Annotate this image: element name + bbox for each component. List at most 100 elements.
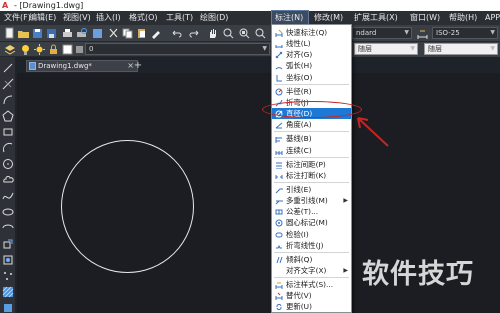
menu-item-dimension-style[interactable]: 标注样式(S)... [272, 279, 351, 290]
menu-item-item-25[interactable]: 对齐文字(X) ▶ [272, 265, 351, 276]
menu-item-dimension-space[interactable]: 标注间距(P) [272, 159, 351, 170]
pan-hand-icon[interactable] [206, 27, 219, 40]
menu-item-label: 多重引线(M) [286, 196, 328, 206]
menu-draw[interactable]: 绘图(D) [200, 11, 228, 25]
point-icon[interactable] [2, 270, 14, 282]
menu-modify[interactable]: 修改(M) [314, 11, 343, 25]
menu-tools[interactable]: 工具(T) [166, 11, 193, 25]
drawn-circle[interactable] [61, 140, 194, 273]
dimension-space-icon [275, 161, 283, 169]
menu-dimension[interactable]: 标注(N) [271, 10, 309, 26]
pointer-arrow-annotation [357, 117, 389, 147]
circle-icon[interactable] [2, 158, 14, 170]
menu-item-label: 倾斜(Q) [286, 254, 313, 264]
save-icon[interactable] [31, 27, 44, 40]
menu-item-label: 弧长(H) [286, 61, 313, 71]
menu-item-label: 基线(B) [286, 134, 312, 144]
menu-help[interactable]: 帮助(H) [449, 11, 477, 25]
override-icon [275, 292, 283, 301]
menu-item-tolerance[interactable]: 公差(T)... [272, 206, 351, 217]
color-combo[interactable]: 随层 ▼ [354, 43, 418, 55]
spline-icon[interactable] [2, 190, 14, 202]
menu-item-angle[interactable]: 角度(A) [272, 119, 351, 130]
menu-item-update[interactable]: 更新(U) [272, 301, 351, 312]
undo-icon[interactable] [170, 27, 183, 40]
menu-item-center-mark[interactable]: 圆心标记(M) [272, 217, 351, 228]
region-icon[interactable] [2, 302, 14, 313]
print-preview-icon[interactable] [75, 27, 88, 40]
zoom-window-icon[interactable] [238, 27, 251, 40]
menu-item-baseline[interactable]: 基线(B) [272, 133, 351, 144]
linetype-combo[interactable]: 随层 ▼ [424, 43, 498, 55]
menu-format[interactable]: 格式(O) [129, 11, 158, 25]
make-block-icon[interactable] [2, 254, 14, 266]
ellipse-icon[interactable] [2, 206, 14, 218]
jogged-linear-icon [275, 242, 283, 250]
menu-edit[interactable]: 编辑(E) [29, 11, 56, 25]
print-icon[interactable] [61, 27, 74, 40]
menu-item-jogged-linear[interactable]: 折弯线性(J) [272, 240, 351, 251]
arc-icon[interactable] [2, 142, 14, 154]
properties-toolbar: 随层 ▼ 随层 ▼ [352, 42, 500, 57]
menu-item-multileader[interactable]: 多重引线(M) ▶ [272, 195, 351, 206]
menu-item-continue[interactable]: 连续(C) [272, 145, 351, 156]
open-folder-icon[interactable] [17, 27, 30, 40]
menu-item-ordinate[interactable]: 坐标(O) [272, 72, 351, 83]
menu-insert[interactable]: 插入(I) [96, 11, 121, 25]
menu-item-inspection[interactable]: 检验(I) [272, 229, 351, 240]
menu-item-dimension-break[interactable]: 标注打断(K) [272, 170, 351, 181]
menu-item-leader[interactable]: 引线(E) [272, 184, 351, 195]
save-as-icon[interactable] [45, 27, 58, 40]
lock-icon[interactable] [47, 43, 60, 56]
dimension-style-combo[interactable]: ISO-25 ▼ [432, 27, 498, 39]
layer-manager-icon[interactable] [3, 43, 16, 56]
chevron-down-icon: ▼ [404, 29, 409, 36]
tolerance-icon [275, 208, 283, 216]
menu-view[interactable]: 视图(V) [63, 11, 91, 25]
menu-item-linear[interactable]: 线性(L) [272, 38, 351, 49]
copy-icon[interactable] [121, 27, 134, 40]
menu-item-override[interactable]: 替代(V) [272, 290, 351, 301]
publish-icon[interactable] [91, 27, 104, 40]
new-tab-button[interactable]: + [132, 60, 144, 72]
ellipse-arc-icon[interactable] [2, 222, 14, 234]
insert-block-icon[interactable] [2, 238, 14, 250]
redo-icon[interactable] [188, 27, 201, 40]
radius-icon [275, 88, 283, 96]
menu-file[interactable]: 文件(F) [4, 11, 31, 25]
bulb-on-icon[interactable] [19, 43, 32, 56]
match-properties-icon[interactable] [150, 27, 163, 40]
text-style-combo[interactable]: ndard ▼ [352, 27, 412, 39]
polygon-icon[interactable] [2, 110, 14, 122]
polyline-icon[interactable] [2, 94, 14, 106]
paste-icon[interactable] [135, 27, 148, 40]
linear-icon [275, 40, 283, 49]
watermark: 软件技巧 [362, 259, 474, 290]
menu-express-tools[interactable]: 扩展工具(X) [354, 11, 398, 25]
menu-item-arc-length[interactable]: 弧长(H) [272, 60, 351, 71]
menu-app[interactable]: APP [485, 11, 500, 25]
line-icon[interactable] [2, 62, 14, 74]
menu-item-label: 引线(E) [286, 184, 312, 194]
menu-window[interactable]: 窗口(W) [410, 11, 440, 25]
menu-item-aligned[interactable]: 对齐(G) [272, 49, 351, 60]
menu-item-radius[interactable]: 半径(R) [272, 86, 351, 97]
revision-cloud-icon[interactable] [2, 174, 14, 186]
menu-item-oblique[interactable]: 倾斜(Q) [272, 254, 351, 265]
dimension-menu-dropdown: 快速标注(Q) 线性(L) 对齐(G) 弧长(H) 坐标(O) 半径(R) 折弯(J) 直径(… [271, 24, 352, 313]
zoom-previous-icon[interactable] [254, 27, 267, 40]
dimension-style-icon [275, 281, 283, 290]
zoom-realtime-icon[interactable] [222, 27, 235, 40]
document-tab[interactable]: Drawing1.dwg* × [26, 60, 138, 72]
menu-item-label: 对齐(G) [286, 50, 313, 60]
center-mark-icon [275, 219, 283, 227]
new-file-icon[interactable] [3, 27, 16, 40]
layer-combo[interactable]: 0 ▼ [85, 43, 270, 55]
dimension-style-icon[interactable] [416, 27, 429, 40]
menu-item-quick-dimension[interactable]: 快速标注(Q) [272, 27, 351, 38]
construction-line-icon[interactable] [2, 78, 14, 90]
rectangle-icon[interactable] [2, 126, 14, 138]
hatch-icon[interactable] [2, 286, 14, 298]
sun-freeze-icon[interactable] [33, 43, 46, 56]
cut-icon[interactable] [107, 27, 120, 40]
